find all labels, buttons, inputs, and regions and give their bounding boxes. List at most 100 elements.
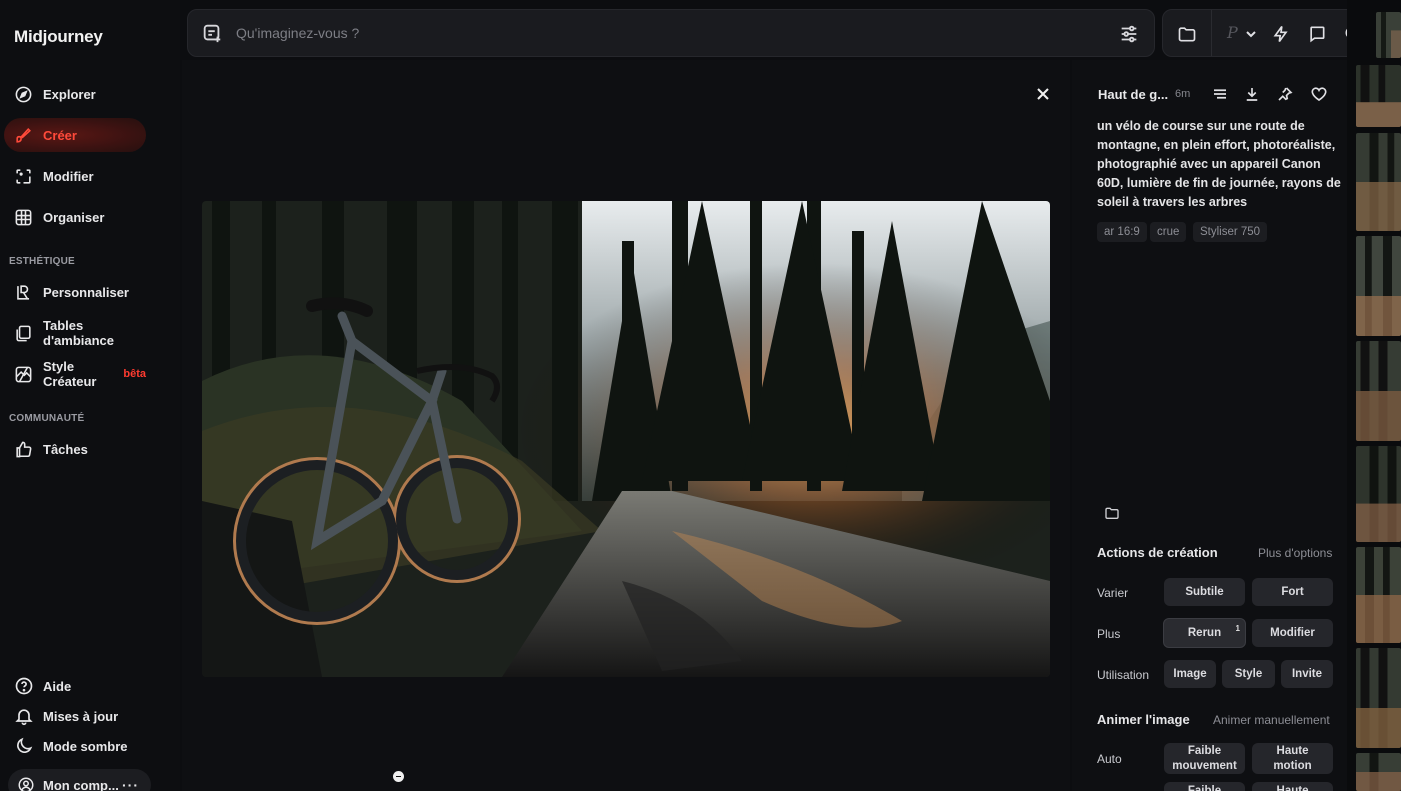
high-motion-button-2[interactable]: Haute [1252, 782, 1333, 791]
settings-sliders-icon[interactable] [1118, 23, 1140, 45]
prompt-input[interactable]: Qu'imaginez-vous ? [236, 25, 359, 41]
style-creator-icon [15, 366, 32, 382]
nav-explorer-label: Explorer [43, 86, 96, 102]
creation-actions-title: Actions de création [1097, 545, 1218, 560]
nav-creer-label: Créer [43, 127, 77, 143]
bike-forest-photo [202, 201, 1050, 677]
nav-mode-sombre-label: Mode sombre [43, 738, 128, 754]
help-icon [15, 677, 33, 695]
param-chip[interactable]: crue [1150, 222, 1187, 242]
heart-icon[interactable] [1310, 85, 1328, 103]
thumbnail[interactable] [1376, 12, 1401, 58]
folder-icon[interactable] [1104, 505, 1120, 521]
compass-icon [15, 86, 32, 102]
personalize-icon [17, 284, 30, 300]
param-chip[interactable]: ar 16:9 [1097, 222, 1147, 242]
nav-personnaliser-label: Personnaliser [43, 284, 129, 300]
nav-organiser-label: Organiser [43, 209, 105, 225]
detail-time: 6m [1175, 88, 1191, 100]
rerun-button[interactable]: Rerun 1 [1163, 618, 1246, 648]
thumbnail[interactable] [1356, 133, 1401, 231]
app-logo[interactable]: Midjourney [14, 27, 103, 47]
prompt-bar[interactable]: Qu'imaginez-vous ? [187, 9, 1155, 57]
prompt-text: un vélo de course sur une route de monta… [1097, 119, 1341, 209]
use-prompt-button[interactable]: Invite [1281, 660, 1333, 688]
param-chip[interactable]: Styliser 750 [1193, 222, 1268, 242]
nav-style-createur[interactable]: Style Créateur bêta [4, 357, 146, 391]
nav-explorer[interactable]: Explorer [4, 77, 146, 111]
nav-taches-label: Tâches [43, 441, 88, 457]
thumbnail[interactable] [1356, 446, 1401, 542]
account-label: Mon comp... [43, 777, 119, 791]
thumbnail[interactable] [1356, 648, 1401, 748]
download-icon[interactable] [1243, 85, 1261, 103]
thumbnail[interactable] [1356, 65, 1401, 127]
thumbnail[interactable] [1356, 236, 1401, 336]
vary-strong-button[interactable]: Fort [1252, 578, 1333, 606]
speed-button[interactable] [1269, 22, 1293, 46]
more-options-icon[interactable]: ··· [122, 777, 139, 791]
detail-title: Haut de g... [1098, 87, 1169, 102]
bell-icon [15, 709, 33, 726]
section-label-aesthetics: ESTHÉTIQUE [9, 256, 75, 267]
nav-personnaliser[interactable]: Personnaliser [4, 275, 146, 309]
folder-button[interactable] [1175, 22, 1199, 46]
close-icon[interactable] [1033, 84, 1053, 104]
nav-taches[interactable]: Tâches [4, 432, 146, 466]
more-options-link[interactable]: Plus d'options [1258, 546, 1332, 560]
nav-modifier-label: Modifier [43, 168, 94, 184]
nav-aide[interactable]: Aide [14, 676, 71, 696]
thumbs-up-icon [16, 441, 32, 457]
moon-icon [17, 737, 33, 753]
use-image-button[interactable]: Image [1164, 660, 1216, 688]
chat-icon [1310, 26, 1325, 43]
nav-tables-ambiance-label: Tables d'ambiance [43, 318, 115, 348]
low-motion-button[interactable]: Faible mouvement [1164, 743, 1245, 774]
top-toolbar: P [1162, 9, 1376, 57]
grid-icon [15, 209, 32, 225]
generated-image[interactable] [202, 201, 1050, 677]
list-icon[interactable] [1211, 85, 1229, 103]
row-label-varier: Varier [1097, 586, 1129, 600]
row-label-auto: Auto [1097, 752, 1122, 766]
row-label-utilisation: Utilisation [1097, 668, 1150, 682]
animate-manual-link[interactable]: Animer manuellement [1213, 713, 1330, 727]
thumbnail[interactable] [1356, 753, 1401, 791]
row-label-plus: Plus [1097, 627, 1121, 641]
vary-subtle-button[interactable]: Subtile [1164, 578, 1245, 606]
user-icon [18, 777, 34, 791]
thumbnail[interactable] [1356, 341, 1401, 441]
chevron-down-icon [1246, 31, 1256, 38]
rerun-label: Rerun [1187, 626, 1222, 639]
nav-mode-sombre[interactable]: Mode sombre [14, 736, 128, 756]
toolbar-divider [1211, 10, 1212, 56]
lightning-icon [1273, 26, 1288, 42]
account-button[interactable]: Mon comp... ··· [8, 769, 151, 791]
use-style-button[interactable]: Style [1222, 660, 1275, 688]
low-motion-button-2[interactable]: Faible [1164, 782, 1245, 791]
scroll-indicator[interactable] [393, 771, 404, 782]
edit-frame-icon [16, 168, 31, 184]
nav-mises-a-jour[interactable]: Mises à jour [14, 706, 118, 726]
nav-aide-label: Aide [43, 678, 72, 694]
chat-button[interactable] [1305, 22, 1329, 46]
nav-tables-ambiance[interactable]: Tables d'ambiance [4, 316, 146, 350]
nav-mises-a-jour-label: Mises à jour [43, 708, 119, 724]
animate-title: Animer l'image [1097, 712, 1190, 727]
high-motion-button[interactable]: Haute motion [1252, 743, 1333, 774]
rerun-count: 1 [1235, 624, 1240, 633]
nav-organiser[interactable]: Organiser [4, 200, 146, 234]
add-image-icon[interactable] [201, 22, 223, 44]
sidebar: Midjourney Explorer Créer Modifier Organ… [0, 0, 180, 791]
brush-icon [16, 127, 31, 143]
modify-button[interactable]: Modifier [1252, 619, 1333, 647]
nav-creer[interactable]: Créer [4, 118, 146, 152]
thumbnail[interactable] [1356, 547, 1401, 643]
profile-letter[interactable]: P [1227, 23, 1238, 42]
beta-badge: bêta [123, 368, 146, 380]
pin-icon[interactable] [1276, 85, 1294, 103]
section-label-community: COMMUNAUTÉ [9, 413, 85, 424]
nav-modifier[interactable]: Modifier [4, 159, 146, 193]
profile-dropdown[interactable] [1243, 22, 1259, 46]
nav-style-createur-label: Style Créateur [43, 359, 97, 389]
